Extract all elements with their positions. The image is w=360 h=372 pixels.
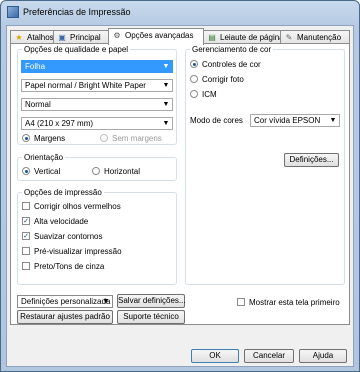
advanced-options-page: Opções de qualidade e papel Folha ▼ Pape… <box>10 43 350 325</box>
ok-button[interactable]: OK <box>191 349 239 363</box>
help-button[interactable]: Ajuda <box>299 349 347 363</box>
checkbox-label: Mostrar esta tela primeiro <box>249 298 340 307</box>
red-eye-checkbox[interactable]: Corrigir olhos vermelhos <box>22 201 121 212</box>
paper-size-select[interactable]: A4 (210 x 297 mm) ▼ <box>21 117 173 130</box>
radio-label: Vertical <box>34 167 61 176</box>
tab-label: Leiaute de página <box>220 33 284 42</box>
checkbox-label: Suavizar contornos <box>34 232 103 241</box>
tab-opcoes-avancadas[interactable]: ⚙ Opções avançadas <box>108 28 204 45</box>
icm-radio[interactable]: ICM <box>190 89 217 100</box>
checkbox-icon <box>22 262 30 270</box>
checkbox-icon <box>22 247 30 255</box>
print-preview-checkbox[interactable]: Pré-visualizar impressão <box>22 246 122 257</box>
radio-icon <box>92 167 100 175</box>
quality-select[interactable]: Normal ▼ <box>21 98 173 111</box>
print-preferences-window: Preferências de Impressão ★ Atalhos ▣ Pr… <box>0 0 360 372</box>
settings-gear-icon: ⚙ <box>113 31 121 40</box>
save-settings-button[interactable]: Salvar definições... <box>117 294 186 308</box>
printer-icon: ▣ <box>58 33 66 42</box>
chevron-down-icon: ▼ <box>162 120 170 127</box>
color-settings-button[interactable]: Definições... <box>284 153 339 167</box>
restore-defaults-button[interactable]: Restaurar ajustes padrão <box>17 310 113 324</box>
chevron-down-icon: ▼ <box>162 82 170 89</box>
portrait-radio[interactable]: Vertical <box>22 166 60 177</box>
tab-label: Principal <box>70 33 101 42</box>
show-first-checkbox[interactable]: Mostrar esta tela primeiro <box>237 297 340 308</box>
group-label: Opções de qualidade e papel <box>22 45 131 54</box>
select-value: Definições personalizada <box>21 297 111 306</box>
color-management-group: Gerenciamento de cor Controles de cor Co… <box>185 45 345 285</box>
orientation-group: Orientação Vertical Horizontal <box>17 153 177 181</box>
radio-label: Controles de cor <box>202 60 261 69</box>
margins-radio[interactable]: Margens <box>22 133 65 144</box>
grayscale-checkbox[interactable]: Preto/Tons de cinza <box>22 261 104 272</box>
chevron-down-icon: ▼ <box>162 63 170 70</box>
cancel-button[interactable]: Cancelar <box>244 349 294 363</box>
smooth-edges-checkbox[interactable]: ✓ Suavizar contornos <box>22 231 102 242</box>
select-value: Folha <box>25 62 46 71</box>
photo-enhance-radio[interactable]: Corrigir foto <box>190 74 244 85</box>
printer-icon <box>7 6 19 18</box>
title-bar: Preferências de Impressão <box>1 1 359 25</box>
tab-label: Atalhos <box>27 33 54 42</box>
radio-selected-icon <box>22 134 30 142</box>
select-value: Papel normal / Bright White Paper <box>25 81 146 90</box>
radio-label: Margens <box>34 134 66 143</box>
custom-settings-select[interactable]: Definições personalizada ▼ <box>17 295 113 308</box>
radio-label: Sem margens <box>112 134 162 143</box>
color-mode-label: Modo de cores <box>190 116 243 125</box>
select-value: A4 (210 x 297 mm) <box>25 119 94 128</box>
paper-type-select[interactable]: Papel normal / Bright White Paper ▼ <box>21 79 173 92</box>
group-label: Gerenciamento de cor <box>190 45 274 54</box>
shortcut-star-icon: ★ <box>15 33 23 42</box>
group-label: Opções de impressão <box>22 188 104 197</box>
print-options-group: Opções de impressão Corrigir olhos verme… <box>17 188 177 285</box>
tab-leiaute-de-pagina[interactable]: ▤ Leiaute de página <box>203 30 284 44</box>
checkbox-icon <box>237 298 245 306</box>
color-mode-select[interactable]: Cor vívida EPSON ▼ <box>250 114 340 127</box>
group-label: Orientação <box>22 153 66 162</box>
checkbox-icon <box>22 202 30 210</box>
checkbox-label: Preto/Tons de cinza <box>34 262 105 271</box>
radio-label: Corrigir foto <box>202 75 244 84</box>
checkbox-label: Corrigir olhos vermelhos <box>34 202 121 211</box>
high-speed-checkbox[interactable]: ✓ Alta velocidade <box>22 216 88 227</box>
quality-paper-group: Opções de qualidade e papel Folha ▼ Pape… <box>17 45 177 145</box>
color-controls-radio[interactable]: Controles de cor <box>190 59 261 70</box>
tab-label: Manutenção <box>297 33 342 42</box>
window-title: Preferências de Impressão <box>23 7 131 17</box>
chevron-down-icon: ▼ <box>329 117 337 124</box>
radio-icon <box>100 134 108 142</box>
radio-label: Horizontal <box>104 167 141 176</box>
chevron-down-icon: ▼ <box>102 298 110 305</box>
page-layout-icon: ▤ <box>208 33 216 42</box>
checkmark-icon: ✓ <box>22 232 30 240</box>
paper-source-select[interactable]: Folha ▼ <box>21 60 173 73</box>
tab-atalhos[interactable]: ★ Atalhos <box>10 30 54 44</box>
landscape-radio[interactable]: Horizontal <box>92 166 140 177</box>
radio-icon <box>190 75 198 83</box>
select-value: Normal <box>25 100 51 109</box>
checkmark-icon: ✓ <box>22 217 30 225</box>
radio-selected-icon <box>22 167 30 175</box>
checkbox-label: Alta velocidade <box>34 217 89 226</box>
chevron-down-icon: ▼ <box>162 101 170 108</box>
checkbox-label: Pré-visualizar impressão <box>34 247 122 256</box>
tab-label: Opções avançadas <box>125 31 194 40</box>
tab-manutencao[interactable]: ✎ Manutenção <box>280 30 350 44</box>
technical-support-button[interactable]: Suporte técnico <box>117 310 185 324</box>
radio-label: ICM <box>202 90 217 99</box>
radio-icon <box>190 90 198 98</box>
no-margins-radio[interactable]: Sem margens <box>100 133 162 144</box>
dialog-body: ★ Atalhos ▣ Principal ⚙ Opções avançadas… <box>6 25 354 367</box>
tab-principal[interactable]: ▣ Principal <box>53 30 109 44</box>
radio-selected-icon <box>190 60 198 68</box>
select-value: Cor vívida EPSON <box>254 116 321 125</box>
maintenance-wrench-icon: ✎ <box>285 33 293 42</box>
